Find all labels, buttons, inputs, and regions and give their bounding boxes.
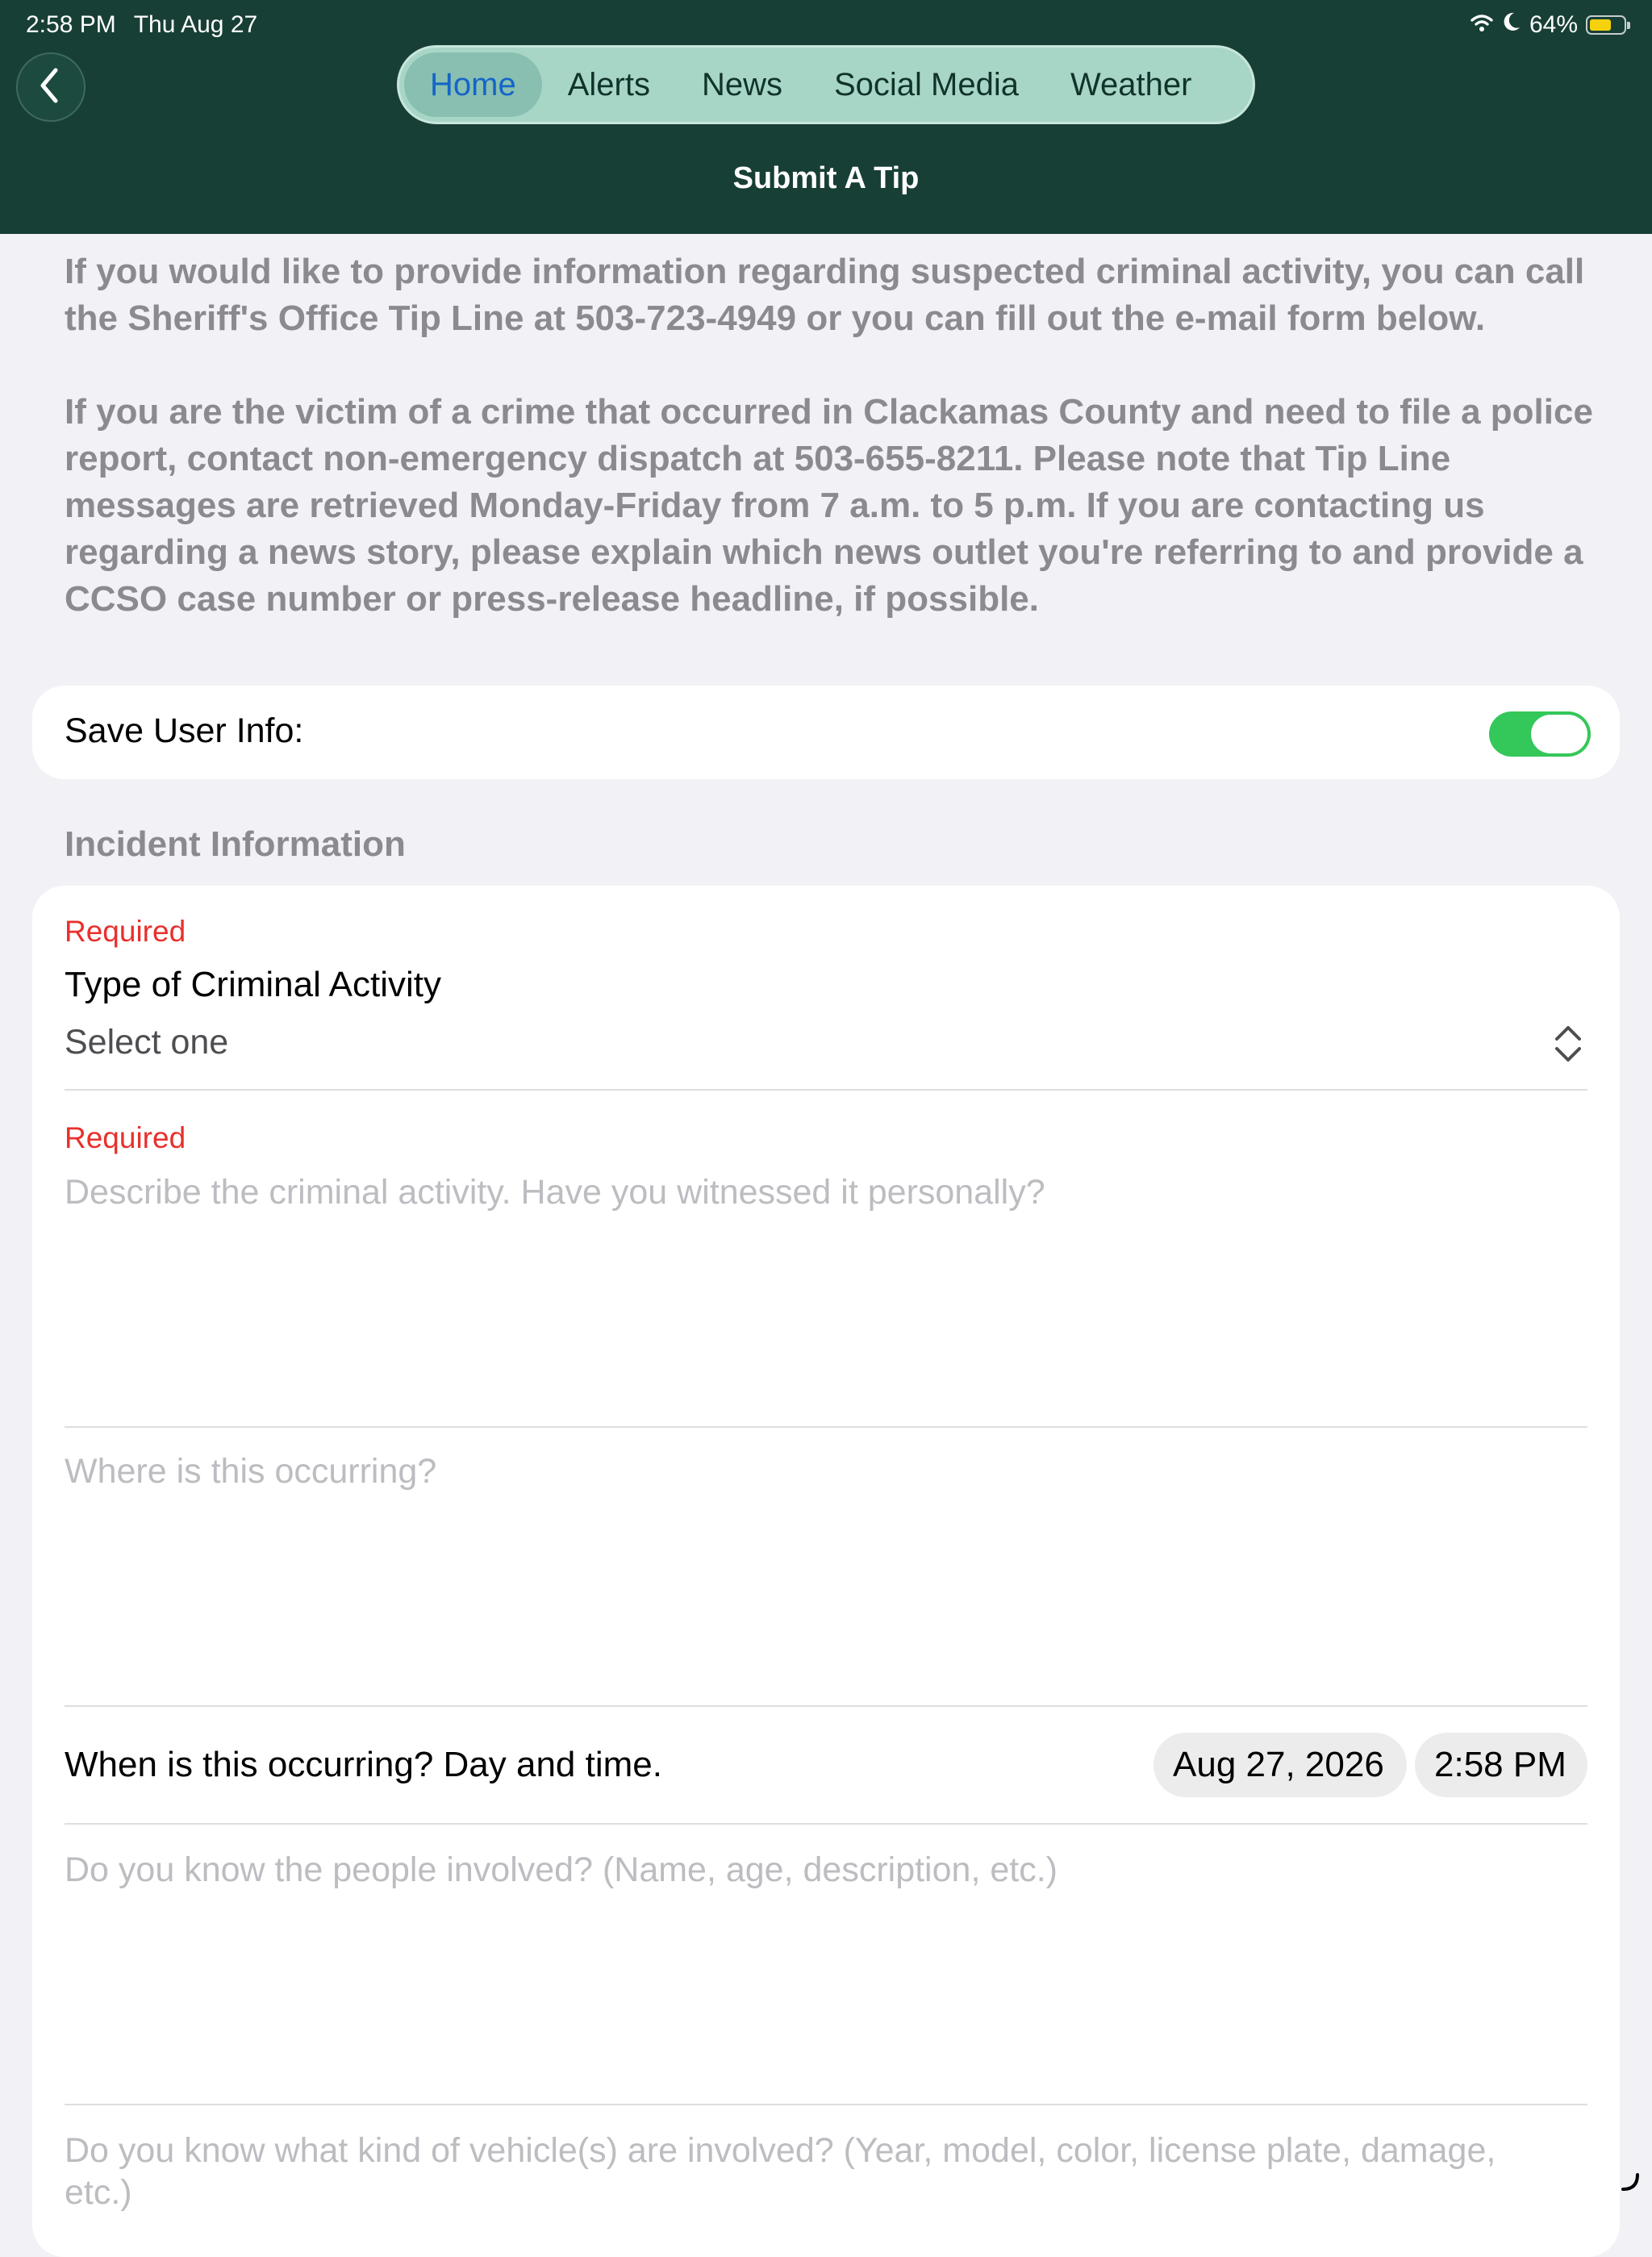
chevron-left-icon	[35, 65, 67, 110]
save-user-info-row: Save User Info:	[32, 686, 1620, 779]
battery-percent: 64%	[1529, 11, 1578, 38]
required-label: Required	[65, 915, 186, 948]
divider	[65, 2104, 1587, 2105]
status-bar-right: 64%	[1470, 11, 1630, 39]
location-input[interactable]: Where is this occurring?	[65, 1450, 1565, 1492]
divider	[65, 1089, 1587, 1091]
save-user-info-label: Save User Info:	[65, 711, 304, 750]
status-bar-left: 2:58 PM Thu Aug 27	[26, 11, 257, 39]
intro-paragraph-1: If you would like to provide information…	[65, 252, 1585, 338]
status-date: Thu Aug 27	[133, 11, 258, 38]
divider	[65, 1705, 1587, 1707]
date-picker-button[interactable]: Aug 27, 2026	[1153, 1733, 1407, 1797]
people-involved-input[interactable]: Do you know the people involved? (Name, …	[65, 1849, 1565, 1891]
intro-text: If you would like to provide information…	[65, 248, 1597, 670]
tab-home[interactable]: Home	[404, 52, 542, 117]
nav-header: 2:58 PM Thu Aug 27 64% Home Alerts News …	[0, 0, 1652, 234]
vehicle-involved-input[interactable]: Do you know what kind of vehicle(s) are …	[65, 2130, 1565, 2213]
criminal-activity-type-select[interactable]: Select one	[65, 1023, 228, 1062]
time-picker-button[interactable]: 2:58 PM	[1415, 1733, 1587, 1797]
moon-icon	[1502, 11, 1521, 39]
divider	[65, 1426, 1587, 1428]
criminal-activity-type-label: Type of Criminal Activity	[65, 965, 442, 1004]
battery-icon	[1586, 15, 1630, 35]
tab-bar: Home Alerts News Social Media Weather	[397, 45, 1255, 124]
describe-activity-input[interactable]: Describe the criminal activity. Have you…	[65, 1171, 1565, 1213]
status-time: 2:58 PM	[26, 11, 116, 38]
intro-paragraph-2: If you are the victim of a crime that oc…	[65, 392, 1593, 619]
required-label: Required	[65, 1121, 186, 1154]
tab-social-media[interactable]: Social Media	[808, 52, 1045, 117]
tab-news[interactable]: News	[676, 52, 808, 117]
resize-handle-icon[interactable]	[1620, 2171, 1641, 2192]
divider	[65, 1823, 1587, 1825]
battery-fill	[1590, 19, 1611, 31]
section-header-incident: Incident Information	[65, 824, 406, 864]
wifi-icon	[1470, 11, 1494, 39]
page-title: Submit A Tip	[732, 161, 920, 195]
incident-form: Required Type of Criminal Activity Selec…	[32, 886, 1620, 2257]
save-user-info-toggle[interactable]	[1489, 711, 1591, 757]
back-button[interactable]	[16, 52, 86, 122]
chevron-updown-icon[interactable]	[1552, 1023, 1584, 1069]
tab-weather[interactable]: Weather	[1045, 52, 1217, 117]
toggle-knob	[1531, 715, 1587, 753]
when-occurring-label: When is this occurring? Day and time.	[65, 1745, 662, 1784]
tab-alerts[interactable]: Alerts	[542, 52, 676, 117]
